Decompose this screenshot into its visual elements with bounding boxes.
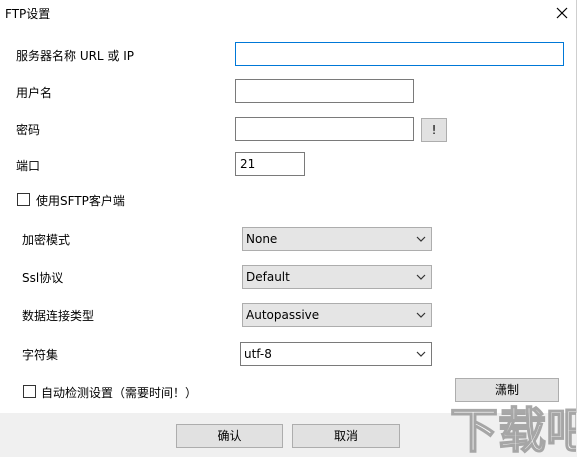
close-icon[interactable] <box>553 4 571 22</box>
ok-button[interactable]: 确认 <box>176 424 283 448</box>
server-label: 服务器名称 URL 或 IP <box>16 49 135 63</box>
show-password-button[interactable]: ! <box>421 118 447 142</box>
autodetect-checkbox[interactable] <box>23 385 36 398</box>
server-input[interactable] <box>235 42 564 66</box>
autodetect-label: 自动检测设置（需要时间！） <box>41 386 198 400</box>
watermark-text: 下载吧 <box>450 403 576 455</box>
sftp-label: 使用SFTP客户端 <box>36 194 125 208</box>
chevron-down-icon <box>416 236 426 242</box>
chevron-down-icon <box>416 312 426 318</box>
encryption-value: None <box>246 232 278 246</box>
charset-select[interactable]: utf-8 <box>240 342 432 366</box>
charset-value: utf-8 <box>244 347 272 361</box>
encryption-select[interactable]: None <box>242 227 432 251</box>
chevron-down-icon <box>416 274 426 280</box>
connection-type-label: 数据连接类型 <box>22 309 95 323</box>
title-bar: FTP设置 <box>0 0 577 28</box>
window-title: FTP设置 <box>5 7 51 21</box>
watermark-logo: 下载吧 <box>449 402 576 455</box>
port-input[interactable] <box>235 152 305 176</box>
chevron-down-icon <box>416 351 426 357</box>
ftp-settings-dialog: FTP设置 服务器名称 URL 或 IP 用户名 密码 ! 端口 使用SFTP客… <box>0 0 577 457</box>
username-input[interactable] <box>235 79 414 103</box>
connection-type-select[interactable]: Autopassive <box>242 303 432 327</box>
ssl-label: Ssl协议 <box>22 271 64 285</box>
password-label: 密码 <box>16 123 41 137</box>
port-label: 端口 <box>16 159 41 173</box>
password-input[interactable] <box>235 117 414 141</box>
connection-type-value: Autopassive <box>246 308 320 322</box>
ssl-value: Default <box>246 270 290 284</box>
cancel-button[interactable]: 取消 <box>292 424 400 448</box>
username-label: 用户名 <box>16 86 53 100</box>
encryption-label: 加密模式 <box>22 233 71 247</box>
charset-label: 字符集 <box>22 348 59 362</box>
ssl-select[interactable]: Default <box>242 265 432 289</box>
sftp-checkbox[interactable] <box>17 193 30 206</box>
